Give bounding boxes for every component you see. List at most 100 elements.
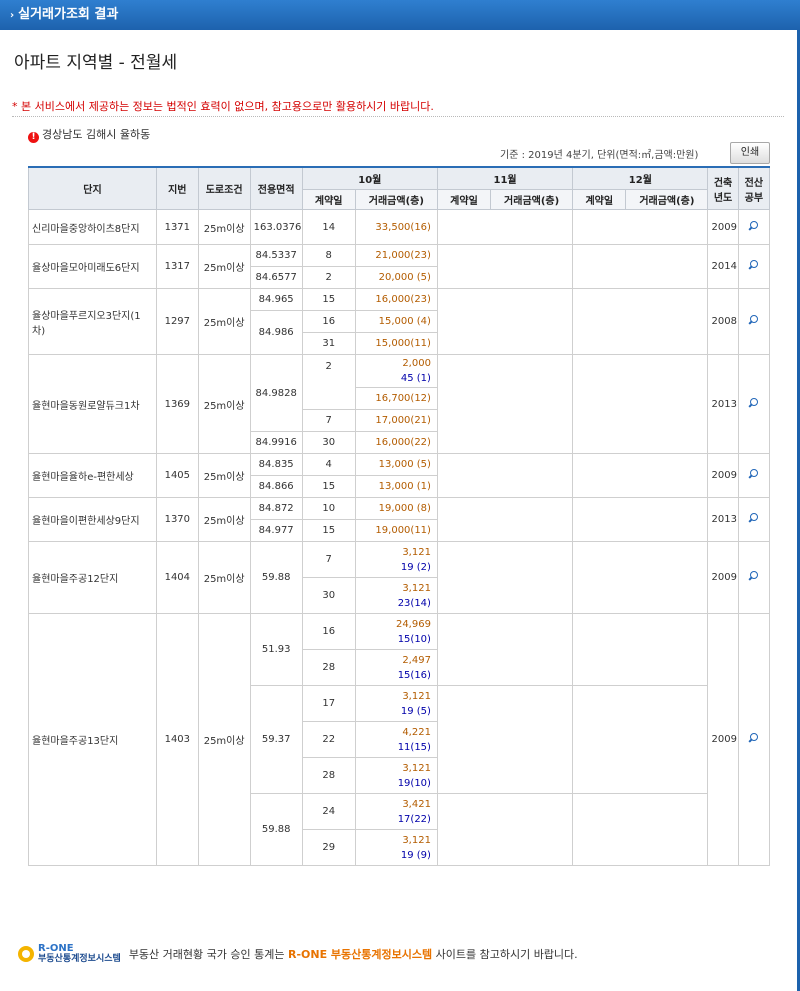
header-title: 실거래가조회 결과 bbox=[18, 7, 119, 22]
area-value: 84.965 bbox=[249, 288, 303, 311]
deal-amount-split: 3,121 19 (2) bbox=[354, 541, 438, 578]
complex-name: 율현마을율하e-편한세상 bbox=[28, 453, 157, 498]
complex-name: 율현마을동원로얄듀크1차 bbox=[28, 354, 157, 454]
contract-day: 15 bbox=[301, 475, 356, 498]
deal-amount-deposit: 4,221 bbox=[402, 726, 431, 738]
deal-amount: 19,000(11) bbox=[354, 519, 438, 542]
deal-amount-rent: 19(10) bbox=[397, 777, 431, 789]
table-row: 율상마을모아미래도6단지 1317 25m이상 84.5337 8 21,000… bbox=[28, 244, 771, 289]
contract-day: 15 bbox=[301, 288, 356, 311]
logo-subtitle: 부동산통계정보시스템 bbox=[38, 954, 121, 964]
deal-amount: 19,000 (8) bbox=[354, 497, 438, 520]
contract-day: 30 bbox=[301, 431, 356, 454]
road-condition: 25m이상 bbox=[197, 244, 251, 289]
col-road: 도로조건 bbox=[197, 166, 251, 210]
logo-text: R-ONE 부동산통계정보시스템 bbox=[38, 944, 121, 965]
complex-name: 율상마을모아미래도6단지 bbox=[28, 244, 157, 289]
deal-amount-split: 24,969 15(10) bbox=[354, 613, 438, 650]
print-button[interactable]: 인쇄 bbox=[730, 142, 770, 164]
empty-month-12 bbox=[572, 613, 709, 686]
empty-month-11 bbox=[436, 497, 574, 542]
footer-text-before: 부동산 거래현황 국가 승인 통계는 bbox=[128, 948, 285, 961]
deal-amount-deposit: 3,121 bbox=[402, 762, 431, 774]
lot-number: 1405 bbox=[156, 453, 199, 498]
road-condition: 25m이상 bbox=[197, 541, 251, 614]
deal-amount-rent: 19 (9) bbox=[400, 849, 431, 861]
complex-name: 율현마을주공13단지 bbox=[28, 613, 157, 866]
deal-amount-split: 3,421 17(22) bbox=[354, 793, 438, 830]
area-value: 163.0376 bbox=[249, 209, 303, 245]
col-amount: 거래금액(층) bbox=[625, 189, 709, 210]
magnifier-icon[interactable] bbox=[749, 733, 759, 743]
deal-amount-rent: 19 (5) bbox=[400, 705, 431, 717]
deal-amount-deposit: 2,497 bbox=[402, 654, 431, 666]
results-table-wrap: 단지 지번 도로조건 전용면적 10월 11월 12월 건축년도 전산공부 계약… bbox=[28, 166, 771, 866]
contract-day: 4 bbox=[301, 453, 356, 476]
magnifier-icon[interactable] bbox=[749, 220, 759, 231]
deal-amount-split: 2,000 45 (1) bbox=[354, 354, 438, 388]
ledger-cell bbox=[737, 541, 771, 614]
deal-amount: 33,500(16) bbox=[354, 209, 438, 245]
col-built-year: 건축년도 bbox=[707, 166, 739, 210]
disclaimer-notice: * 본 서비스에서 제공하는 정보는 법적인 효력이 없으며, 참고용으로만 활… bbox=[12, 100, 434, 113]
road-condition: 25m이상 bbox=[197, 209, 251, 245]
empty-month-12 bbox=[572, 288, 709, 355]
table-row: 율현마을동원로얄듀크1차 1369 25m이상 84.9828 2 2,000 4… bbox=[28, 354, 771, 454]
deal-amount-rent: 23(14) bbox=[397, 597, 431, 609]
contract-day: 17 bbox=[301, 685, 356, 722]
built-year: 2009 bbox=[707, 613, 739, 866]
magnifier-icon[interactable] bbox=[749, 469, 759, 479]
deal-amount-deposit: 24,969 bbox=[395, 618, 431, 630]
area-value: 84.977 bbox=[249, 519, 303, 542]
table-row: 율현마을주공13단지 1403 25m이상 51.93 16 24,969 15(… bbox=[28, 613, 771, 866]
deal-amount: 15,000 (4) bbox=[354, 310, 438, 333]
complex-name: 율현마을주공12단지 bbox=[28, 541, 157, 614]
lot-number: 1317 bbox=[156, 244, 199, 289]
table-row: 율현마을주공12단지 1404 25m이상 59.88 7 3,121 19 (2… bbox=[28, 541, 771, 614]
empty-month-11 bbox=[436, 244, 574, 289]
built-year: 2009 bbox=[707, 453, 739, 498]
magnifier-icon[interactable] bbox=[749, 513, 759, 523]
page-title: 아파트 지역별 - 전월세 bbox=[14, 53, 178, 73]
complex-name: 신리마을중앙하이츠8단지 bbox=[28, 209, 157, 245]
built-year: 2009 bbox=[707, 209, 739, 245]
area-value: 59.88 bbox=[249, 541, 303, 614]
lot-number: 1369 bbox=[156, 354, 199, 454]
contract-day: 14 bbox=[301, 209, 356, 245]
deal-amount-split: 3,121 19 (9) bbox=[354, 829, 438, 866]
col-area: 전용면적 bbox=[249, 166, 303, 210]
contract-day: 8 bbox=[301, 244, 356, 267]
area-value: 84.6577 bbox=[249, 266, 303, 289]
footer-notice: R-ONE 부동산통계정보시스템 부동산 거래현황 국가 승인 통계는 R-ON… bbox=[18, 944, 578, 964]
col-contract-day: 계약일 bbox=[301, 189, 356, 210]
deal-amount-split: 3,121 19 (5) bbox=[354, 685, 438, 722]
r-one-link[interactable]: R-ONE 부동산통계정보시스템 bbox=[288, 946, 432, 962]
ledger-cell bbox=[737, 497, 771, 542]
contract-day: 30 bbox=[301, 577, 356, 614]
col-amount: 거래금액(층) bbox=[490, 189, 574, 210]
built-year: 2014 bbox=[707, 244, 739, 289]
area-value: 84.835 bbox=[249, 453, 303, 476]
area-value: 51.93 bbox=[249, 613, 303, 686]
complex-name: 율현마을이편한세상9단지 bbox=[28, 497, 157, 542]
divider bbox=[12, 116, 784, 117]
contract-day: 28 bbox=[301, 649, 356, 686]
contract-day: 2 bbox=[301, 354, 356, 410]
magnifier-icon[interactable] bbox=[749, 260, 759, 270]
deal-amount-deposit: 3,121 bbox=[402, 582, 431, 594]
road-condition: 25m이상 bbox=[197, 354, 251, 454]
magnifier-icon[interactable] bbox=[749, 397, 759, 408]
r-one-logo[interactable]: R-ONE 부동산통계정보시스템 bbox=[18, 944, 121, 964]
contract-day: 28 bbox=[301, 757, 356, 794]
magnifier-icon[interactable] bbox=[749, 315, 759, 325]
empty-month-11 bbox=[436, 793, 574, 866]
deal-amount: 13,000 (5) bbox=[354, 453, 438, 476]
location-info-icon: ! bbox=[28, 132, 39, 143]
lot-number: 1297 bbox=[156, 288, 199, 355]
empty-month-12 bbox=[572, 541, 709, 614]
built-year: 2013 bbox=[707, 354, 739, 454]
ledger-cell bbox=[737, 453, 771, 498]
deal-amount-rent: 15(10) bbox=[397, 633, 431, 645]
magnifier-icon[interactable] bbox=[749, 571, 759, 581]
criteria-text: 기준 : 2019년 4분기, 단위(면적:㎡,금액:만원) bbox=[500, 150, 699, 161]
